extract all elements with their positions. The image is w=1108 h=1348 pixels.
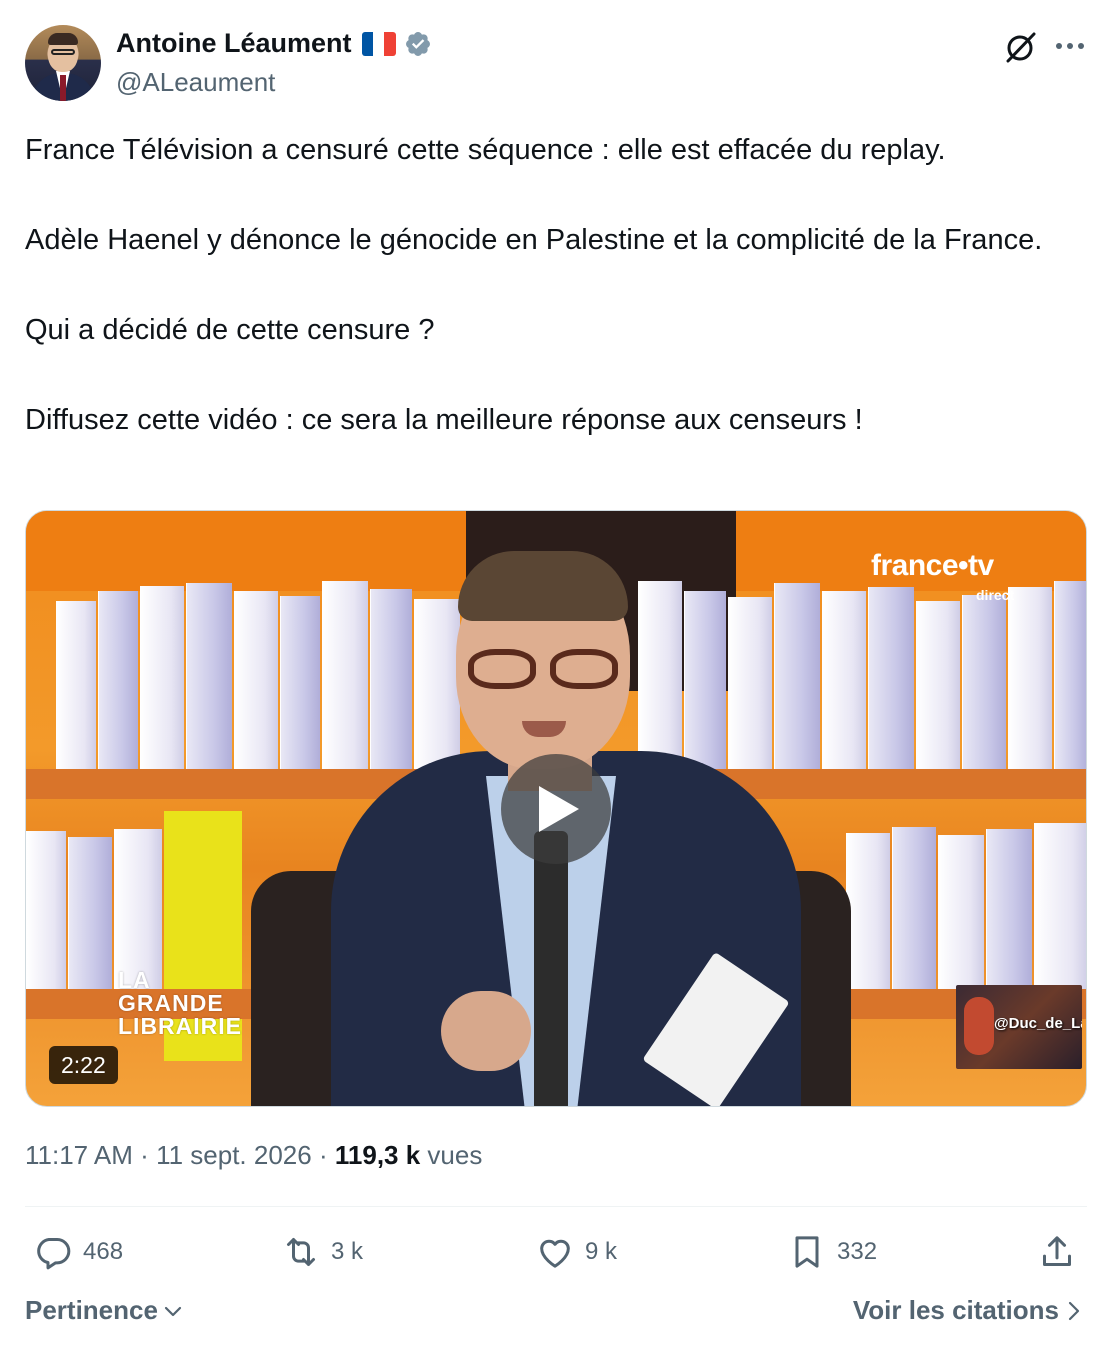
share-button[interactable] [1037,1226,1077,1278]
video-book [774,583,820,771]
watermark-figure [964,997,994,1055]
video-book [186,583,232,771]
video-person-hair [458,551,628,621]
video-book [638,581,682,771]
video-book [414,599,460,771]
repost-button[interactable]: 3 k [281,1226,363,1278]
watermark-text: @Duc_de_Lajoie [994,1015,1082,1032]
watermark: @Duc_de_Lajoie [956,985,1082,1069]
show-logo: LA GRANDE LIBRAIRIE [118,967,242,1039]
video-book [280,596,320,771]
avatar-tie [60,75,66,101]
video-book [846,833,890,991]
chevron-right-icon [1068,1301,1080,1320]
video-book [1008,587,1052,771]
chevron-down-icon [164,1306,182,1316]
author-name-line: Antoine Léaument [116,28,432,59]
meta-separator: · [318,1140,328,1170]
video-book [868,587,914,771]
more-icon[interactable] [1053,31,1087,61]
avatar-glasses [51,49,75,55]
video-book [962,595,1006,771]
video-person-tie [534,831,568,1106]
action-bar: 468 3 k 9 k 332 [25,1226,1087,1278]
channel-sub-label: direct [976,587,1015,603]
avatar-hair [48,33,78,45]
video-player[interactable]: france•tv direct LA GRANDE LIBRAIRIE @Du… [25,510,1087,1107]
bookmark-icon [795,1236,819,1268]
like-count: 9 k [585,1238,618,1265]
views-count: 119,3 k [334,1140,421,1170]
tweet-text: France Télévision a censuré cette séquen… [25,134,1043,436]
video-book [26,831,66,991]
video-book [68,837,112,991]
heart-icon [540,1239,570,1268]
video-book [98,591,138,771]
grok-icon[interactable] [1003,29,1039,65]
video-book [234,591,278,771]
sort-dropdown[interactable]: Pertinence [25,1295,184,1326]
play-icon [539,786,579,832]
video-book [322,581,368,771]
avatar[interactable] [25,25,101,101]
play-button[interactable] [501,754,611,864]
video-person-glasses [464,649,624,689]
video-book [1034,823,1086,991]
video-book [370,589,412,771]
channel-logo: france•tv [871,549,994,582]
video-book [728,597,772,771]
verified-badge-icon[interactable] [404,30,432,58]
view-quotes-link[interactable]: Voir les citations [853,1295,1083,1326]
repost-count: 3 k [331,1238,364,1265]
like-button[interactable]: 9 k [535,1226,617,1278]
repost-icon [287,1238,315,1266]
reply-icon [37,1238,71,1270]
video-book [986,829,1032,991]
bookmark-count: 332 [837,1238,878,1265]
divider [25,1206,1087,1207]
reply-button[interactable]: 468 [33,1226,123,1278]
video-book [56,601,96,771]
quotes-label: Voir les citations [852,1295,1059,1325]
sort-label: Pertinence [25,1295,158,1325]
video-book [684,591,726,771]
video-book [892,827,936,991]
video-person-hand [441,991,531,1071]
video-book [1054,581,1086,771]
author-handle[interactable]: @ALeaument [116,67,275,98]
tweet-meta: 11:17 AM · 11 sept. 2026 · 119,3 k vues [25,1140,482,1171]
video-book [938,835,984,991]
tweet-time[interactable]: 11:17 AM [25,1140,133,1170]
bookmark-button[interactable]: 332 [787,1226,877,1278]
tweet-header: Antoine Léaument @ALeaument [25,25,1087,105]
meta-separator: · [140,1140,149,1170]
reply-count: 468 [83,1238,124,1265]
views-label: vues [427,1140,483,1170]
share-icon [1043,1236,1071,1266]
video-book [916,601,960,771]
france-flag [361,31,396,56]
author-name[interactable]: Antoine Léaument [116,28,352,59]
video-book [140,586,184,771]
tweet-date[interactable]: 11 sept. 2026 [156,1140,312,1170]
video-duration: 2:22 [49,1046,118,1084]
video-book [822,591,866,771]
